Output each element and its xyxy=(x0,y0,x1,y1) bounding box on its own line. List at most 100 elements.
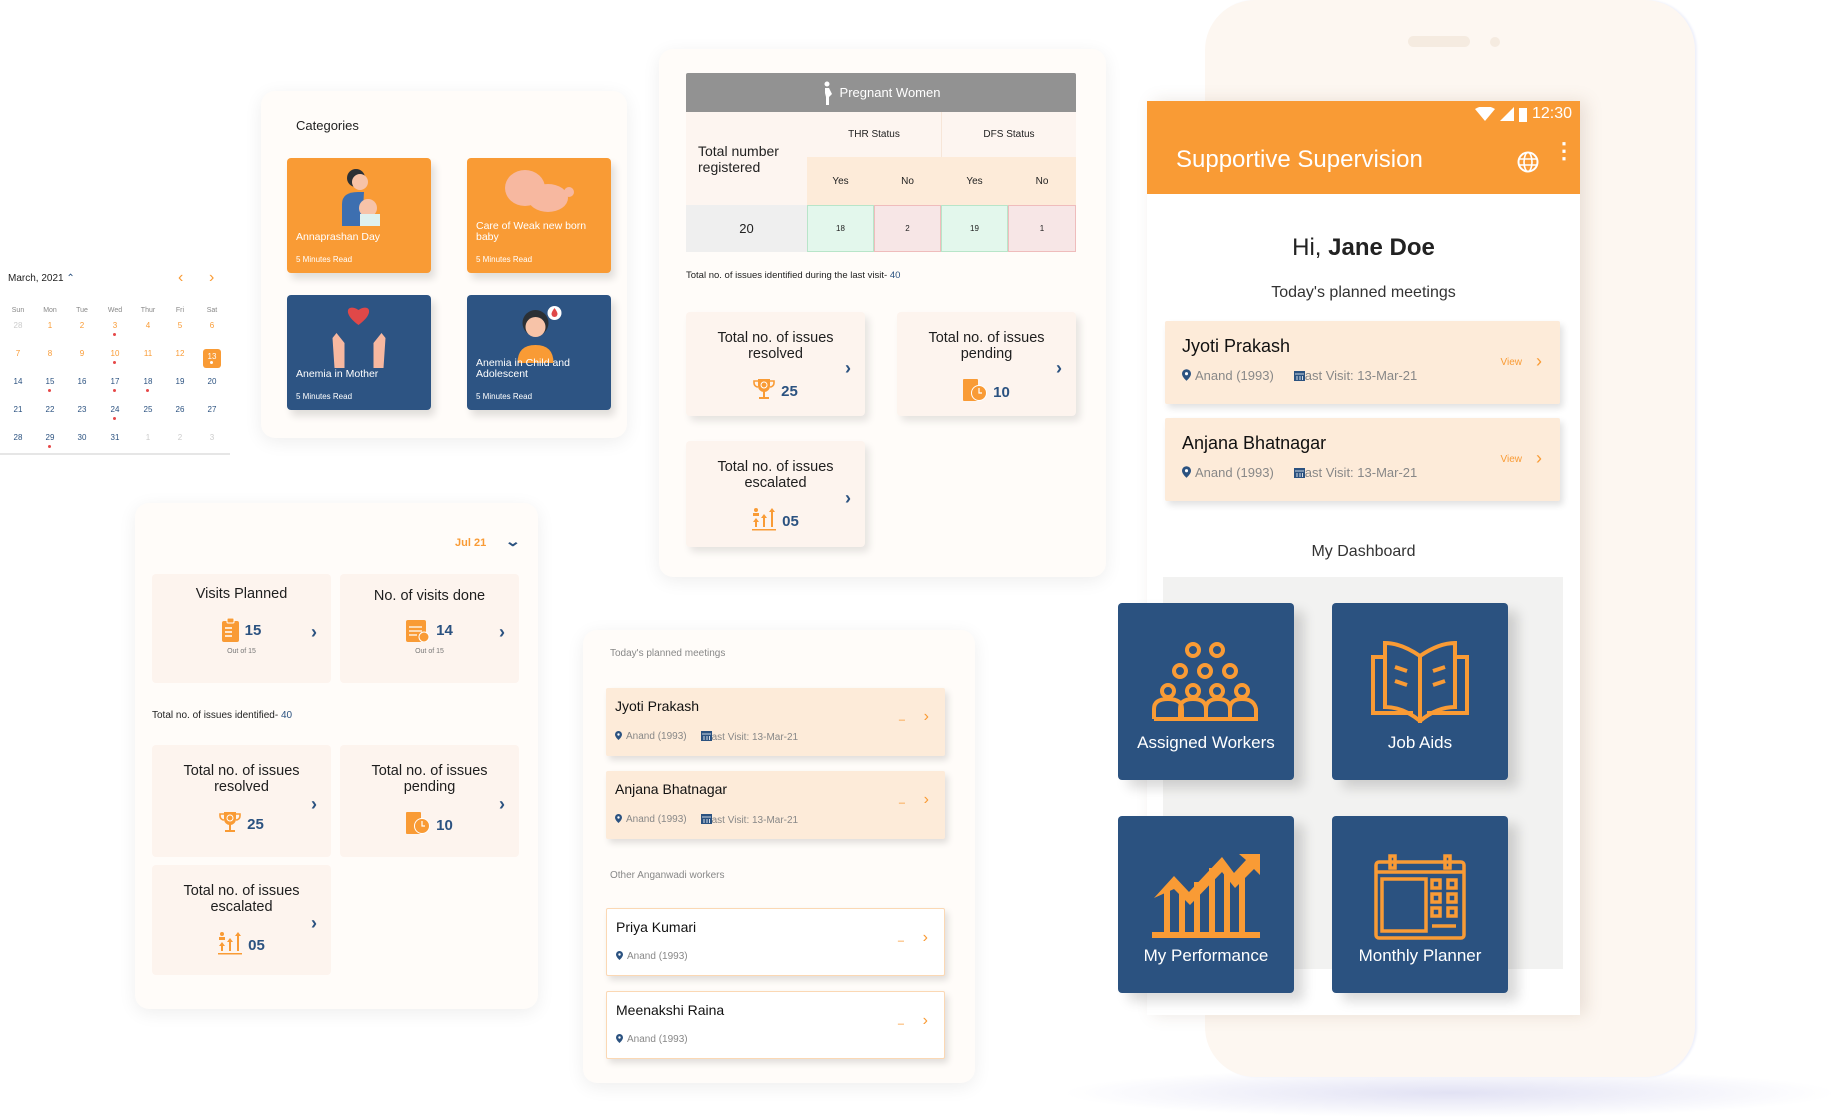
more-options-icon[interactable]: ⋮ xyxy=(1553,140,1575,162)
calendar-day[interactable]: 7 xyxy=(3,349,33,358)
dashboard-tile-my-performance[interactable]: My Performance xyxy=(1118,816,1294,993)
calendar-day[interactable]: 15 xyxy=(35,377,65,392)
calendar-day[interactable]: 28 xyxy=(3,321,33,330)
meeting-card[interactable]: Jyoti Prakash Anand (1993) ast Visit: 13-M… xyxy=(606,688,945,756)
calendar-day[interactable]: 1 xyxy=(133,433,163,442)
trophy-icon xyxy=(219,811,241,837)
category-title: Anemia in Child and Adolescent xyxy=(476,357,570,380)
view-link[interactable]: View xyxy=(1501,357,1523,368)
visits-planned-card[interactable]: Visits Planned 15 Out of 15 › xyxy=(152,574,331,683)
category-tile[interactable]: Care of Weak new born baby 5 Minutes Read xyxy=(467,158,611,273)
calendar-day[interactable]: 3 xyxy=(100,321,130,336)
issues-card-escalated[interactable]: Total no. of issues escalated 05 › xyxy=(152,865,331,975)
chevron-down-icon[interactable]: ⌄ xyxy=(505,533,521,550)
categories-panel: Categories Annaprashan Day 5 Minutes Read… xyxy=(261,91,627,438)
app-bar: 12:30 Supportive Supervision ⋮ xyxy=(1147,101,1580,194)
calendar-day[interactable]: 3 xyxy=(197,433,227,442)
issues-card-pending[interactable]: Total no. of issues pending 10 › xyxy=(340,745,519,857)
chevron-right-icon[interactable]: › xyxy=(499,622,505,643)
calendar-day[interactable]: 30 xyxy=(67,433,97,442)
calendar-day[interactable]: 13 xyxy=(197,349,227,368)
calendar-day[interactable]: 31 xyxy=(100,433,130,442)
calendar-day[interactable]: 28 xyxy=(3,433,33,442)
calendar-day[interactable]: 2 xyxy=(165,433,195,442)
issues-card-pending[interactable]: Total no. of issues pending 10 › xyxy=(897,312,1076,416)
calendar-month[interactable]: March, 2021 ⌃ xyxy=(8,273,75,284)
calendar-day[interactable]: 24 xyxy=(100,405,130,420)
chevron-right-icon[interactable]: › xyxy=(1536,351,1542,372)
view-link[interactable]: – xyxy=(899,714,905,726)
calendar-day[interactable]: 29 xyxy=(35,433,65,448)
calendar-day[interactable]: 10 xyxy=(100,349,130,364)
dashboard-tile-job-aids[interactable]: Job Aids xyxy=(1332,603,1508,780)
calendar-day[interactable]: 6 xyxy=(197,321,227,330)
calendar-day[interactable]: 14 xyxy=(3,377,33,386)
calendar-day[interactable]: 8 xyxy=(35,349,65,358)
meeting-card[interactable]: Jyoti Prakash Anand (1993) ast Visit: 13-M… xyxy=(1165,321,1560,404)
chevron-right-icon[interactable]: › xyxy=(845,488,851,509)
month-select[interactable]: Jul 21 xyxy=(455,537,486,549)
dashboard-tile-monthly-planner[interactable]: Monthly Planner xyxy=(1332,816,1508,993)
meeting-card[interactable]: Anjana Bhatnagar Anand (1993) ast Visit: 1… xyxy=(606,771,945,839)
calendar-day[interactable]: 11 xyxy=(133,349,163,358)
calendar-day[interactable]: 27 xyxy=(197,405,227,414)
globe-icon[interactable] xyxy=(1517,151,1539,173)
category-tile[interactable]: Anemia in Child and Adolescent 5 Minutes … xyxy=(467,295,611,410)
view-link[interactable]: – xyxy=(899,797,905,809)
calendar-day-number: 3 xyxy=(209,433,215,442)
calendar-day[interactable]: 18 xyxy=(133,377,163,392)
calendar-day-number: 1 xyxy=(145,433,151,442)
calendar-day-number: 2 xyxy=(79,321,85,330)
last-visit: ast Visit: 13-Mar-21 xyxy=(1293,465,1418,480)
chevron-right-icon[interactable]: › xyxy=(1536,448,1542,469)
chevron-right-icon[interactable]: › xyxy=(499,794,505,815)
calendar-day[interactable]: 4 xyxy=(133,321,163,330)
calendar-day[interactable]: 20 xyxy=(197,377,227,386)
issues-card-escalated[interactable]: Total no. of issues escalated 05 › xyxy=(686,441,865,547)
calendar-day[interactable]: 1 xyxy=(35,321,65,330)
calendar-day[interactable]: 2 xyxy=(67,321,97,330)
chevron-right-icon[interactable]: › xyxy=(311,622,317,643)
calendar-day[interactable]: 19 xyxy=(165,377,195,386)
card-value: 10 xyxy=(993,383,1010,401)
dashboard-tile-assigned-workers[interactable]: Assigned Workers xyxy=(1118,603,1294,780)
meeting-card[interactable]: Priya Kumari Anand (1993) – › xyxy=(606,908,945,976)
chevron-right-icon[interactable]: › xyxy=(311,913,317,934)
chevron-up-icon[interactable]: ⌃ xyxy=(66,273,74,284)
worker-name: Jyoti Prakash xyxy=(1182,336,1291,356)
calendar-widget: March, 2021 ⌃ ‹ › Sun Mon Tue Wed Thur Fri Sat… xyxy=(0,265,230,455)
chevron-right-icon[interactable]: › xyxy=(845,358,851,379)
chevron-right-icon[interactable]: › xyxy=(924,708,929,726)
calendar-day[interactable]: 22 xyxy=(35,405,65,414)
view-link[interactable]: – xyxy=(898,1018,904,1030)
chevron-right-icon[interactable]: › xyxy=(924,791,929,809)
meeting-card[interactable]: Meenakshi Raina Anand (1993) – › xyxy=(606,991,945,1059)
calendar-day[interactable]: 26 xyxy=(165,405,195,414)
calendar-day[interactable]: 17 xyxy=(100,377,130,392)
view-link[interactable]: – xyxy=(898,935,904,947)
chevron-right-icon[interactable]: › xyxy=(923,1012,928,1030)
calendar-day[interactable]: 9 xyxy=(67,349,97,358)
category-tile[interactable]: Anemia in Mother 5 Minutes Read xyxy=(287,295,431,410)
calendar-day[interactable]: 16 xyxy=(67,377,97,386)
calendar-day[interactable]: 12 xyxy=(165,349,195,358)
chevron-right-icon[interactable]: › xyxy=(923,929,928,947)
issues-card-resolved[interactable]: Total no. of issues resolved 25 › xyxy=(152,745,331,857)
visits-done-card[interactable]: No. of visits done 14 Out of 15 › xyxy=(340,574,519,683)
view-link[interactable]: View xyxy=(1501,454,1523,465)
category-tile[interactable]: Annaprashan Day 5 Minutes Read xyxy=(287,158,431,273)
chevron-right-icon[interactable]: › xyxy=(311,794,317,815)
meeting-card[interactable]: Anjana Bhatnagar Anand (1993) ast Visit: 1… xyxy=(1165,418,1560,501)
issues-card-resolved[interactable]: Total no. of issues resolved 25 › xyxy=(686,312,865,416)
weekday-label: Thur xyxy=(140,307,156,314)
calendar-day[interactable]: 23 xyxy=(67,405,97,414)
weekday-label: Fri xyxy=(175,307,185,314)
card-value: 14 xyxy=(436,621,453,639)
calendar-day[interactable]: 21 xyxy=(3,405,33,414)
calendar-day[interactable]: 25 xyxy=(133,405,163,414)
calendar-day[interactable]: 5 xyxy=(165,321,195,330)
prev-month-button[interactable]: ‹ xyxy=(178,269,183,287)
last-visit-text: ast Visit: 13-Mar-21 xyxy=(1304,465,1418,480)
chevron-right-icon[interactable]: › xyxy=(1056,358,1062,379)
next-month-button[interactable]: › xyxy=(209,269,214,287)
